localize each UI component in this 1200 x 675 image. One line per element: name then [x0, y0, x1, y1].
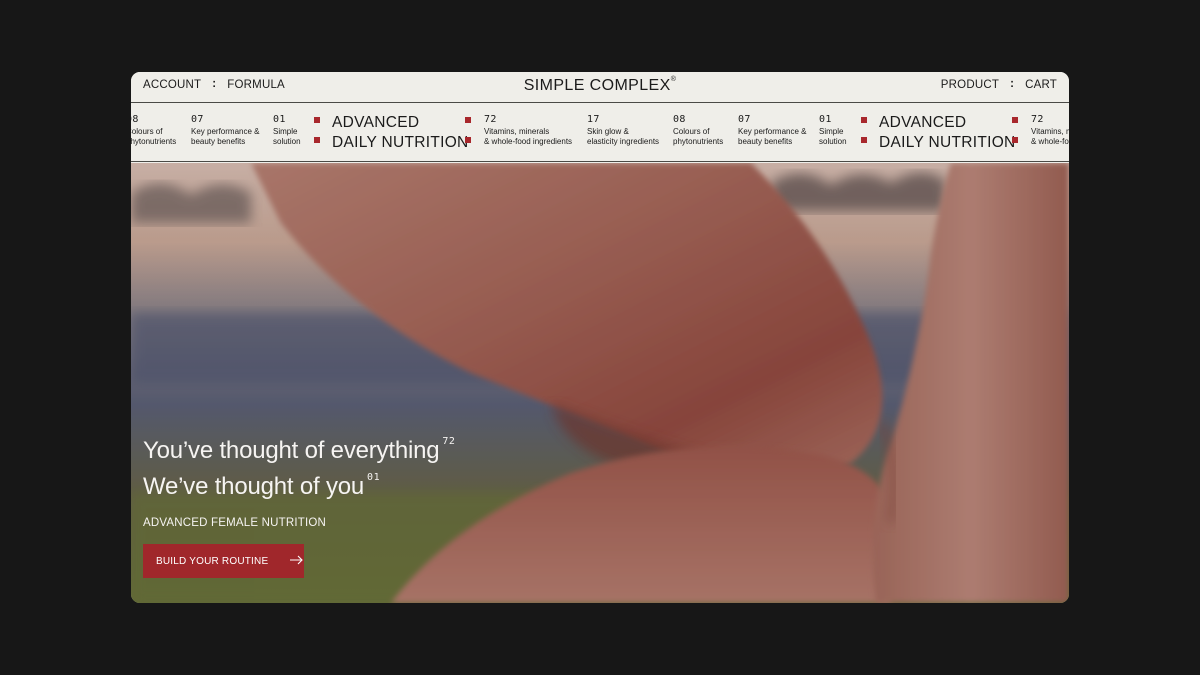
build-routine-button[interactable]: BUILD YOUR ROUTINE — [143, 544, 304, 578]
ticker-text: Skin glow & — [587, 127, 629, 136]
headline-line: ADVANCED — [879, 114, 967, 131]
ticker-headline: ADVANCED DAILY NUTRITION — [879, 113, 1016, 153]
ticker-number: 07 — [738, 114, 751, 125]
hero-title: You’ve thought of everything 72 We’ve tho… — [143, 431, 455, 503]
ticker-item: 01 Simple solution — [273, 115, 301, 147]
ticker-text: solution — [273, 137, 301, 146]
ticker-text: Vitamins, minerals — [1031, 127, 1069, 136]
brand-logo[interactable]: SIMPLE COMPLEX® — [131, 75, 1069, 95]
ticker-text: phytonutrients — [673, 137, 724, 146]
ticker-item: 07 Key performance & beauty benefits — [738, 115, 806, 147]
ticker-text: & whole-food ingredients — [1031, 137, 1069, 146]
ticker-text: Simple — [273, 127, 298, 136]
nav-cart-link[interactable]: CART — [1025, 79, 1057, 91]
nav-separator: : — [1010, 78, 1015, 90]
ticker-number: 07 — [191, 114, 204, 125]
ticker-text: Key performance & — [738, 127, 807, 136]
ticker-item: 01 Simple solution — [819, 115, 847, 147]
top-nav: ACCOUNT : FORMULA SIMPLE COMPLEX® PRODUC… — [131, 72, 1069, 103]
ticker-item: 17 Skin glow & elasticity ingredients — [587, 115, 659, 147]
ticker-text: beauty benefits — [191, 137, 246, 146]
hero-title-superscript: 72 — [442, 436, 456, 447]
ticker-number: 17 — [587, 114, 600, 125]
stats-ticker: 08 Colours of phytonutrients 07 Key perf… — [131, 103, 1069, 162]
hero-title-line: We’ve thought of you — [143, 473, 365, 500]
cta-label: BUILD YOUR ROUTINE — [156, 555, 269, 567]
ticker-text: elasticity ingredients — [587, 137, 660, 146]
ticker-text: Vitamins, minerals — [484, 127, 550, 136]
marker-squares — [314, 117, 320, 147]
ticker-item: 08 Colours of phytonutrients — [673, 115, 723, 147]
ticker-text: phytonutrients — [131, 137, 177, 146]
marker-squares — [465, 117, 471, 147]
ticker-number: 01 — [273, 114, 286, 125]
ticker-number: 72 — [484, 114, 497, 125]
brand-name: SIMPLE COMPLEX — [523, 77, 671, 94]
ticker-number: 08 — [131, 114, 139, 125]
ticker-text: Colours of — [673, 127, 710, 136]
hero-title-superscript: 01 — [367, 472, 381, 483]
ticker-item: 07 Key performance & beauty benefits — [191, 115, 259, 147]
ticker-headline: ADVANCED DAILY NUTRITION — [332, 113, 469, 153]
ticker-item: 72 Vitamins, minerals & whole-food ingre… — [1031, 115, 1069, 147]
registered-mark: ® — [670, 75, 677, 83]
hero-title-line: You’ve thought of everything — [143, 437, 440, 464]
ticker-text: Colours of — [131, 127, 163, 136]
headline-line: DAILY NUTRITION — [879, 134, 1016, 151]
hero-subtitle: ADVANCED FEMALE NUTRITION — [143, 517, 327, 529]
ticker-number: 08 — [673, 114, 686, 125]
hero-section: You’ve thought of everything 72 We’ve tho… — [131, 163, 1069, 603]
ticker-item: 72 Vitamins, minerals & whole-food ingre… — [484, 115, 572, 147]
ticker-text: solution — [819, 137, 847, 146]
hero-background-image — [131, 163, 1069, 603]
ticker-text: beauty benefits — [738, 137, 793, 146]
ticker-text: & whole-food ingredients — [484, 137, 573, 146]
browser-window: ACCOUNT : FORMULA SIMPLE COMPLEX® PRODUC… — [131, 72, 1069, 603]
ticker-text: Key performance & — [191, 127, 260, 136]
headline-line: DAILY NUTRITION — [332, 134, 469, 151]
marker-squares — [861, 117, 867, 147]
ticker-text: Simple — [819, 127, 844, 136]
ticker-number: 01 — [819, 114, 832, 125]
ticker-number: 72 — [1031, 114, 1044, 125]
headline-line: ADVANCED — [332, 114, 420, 131]
nav-right: PRODUCT : CART — [941, 78, 1057, 91]
marker-squares — [1012, 117, 1018, 147]
nav-product-link[interactable]: PRODUCT — [941, 79, 999, 91]
ticker-item: 08 Colours of phytonutrients — [131, 115, 176, 147]
